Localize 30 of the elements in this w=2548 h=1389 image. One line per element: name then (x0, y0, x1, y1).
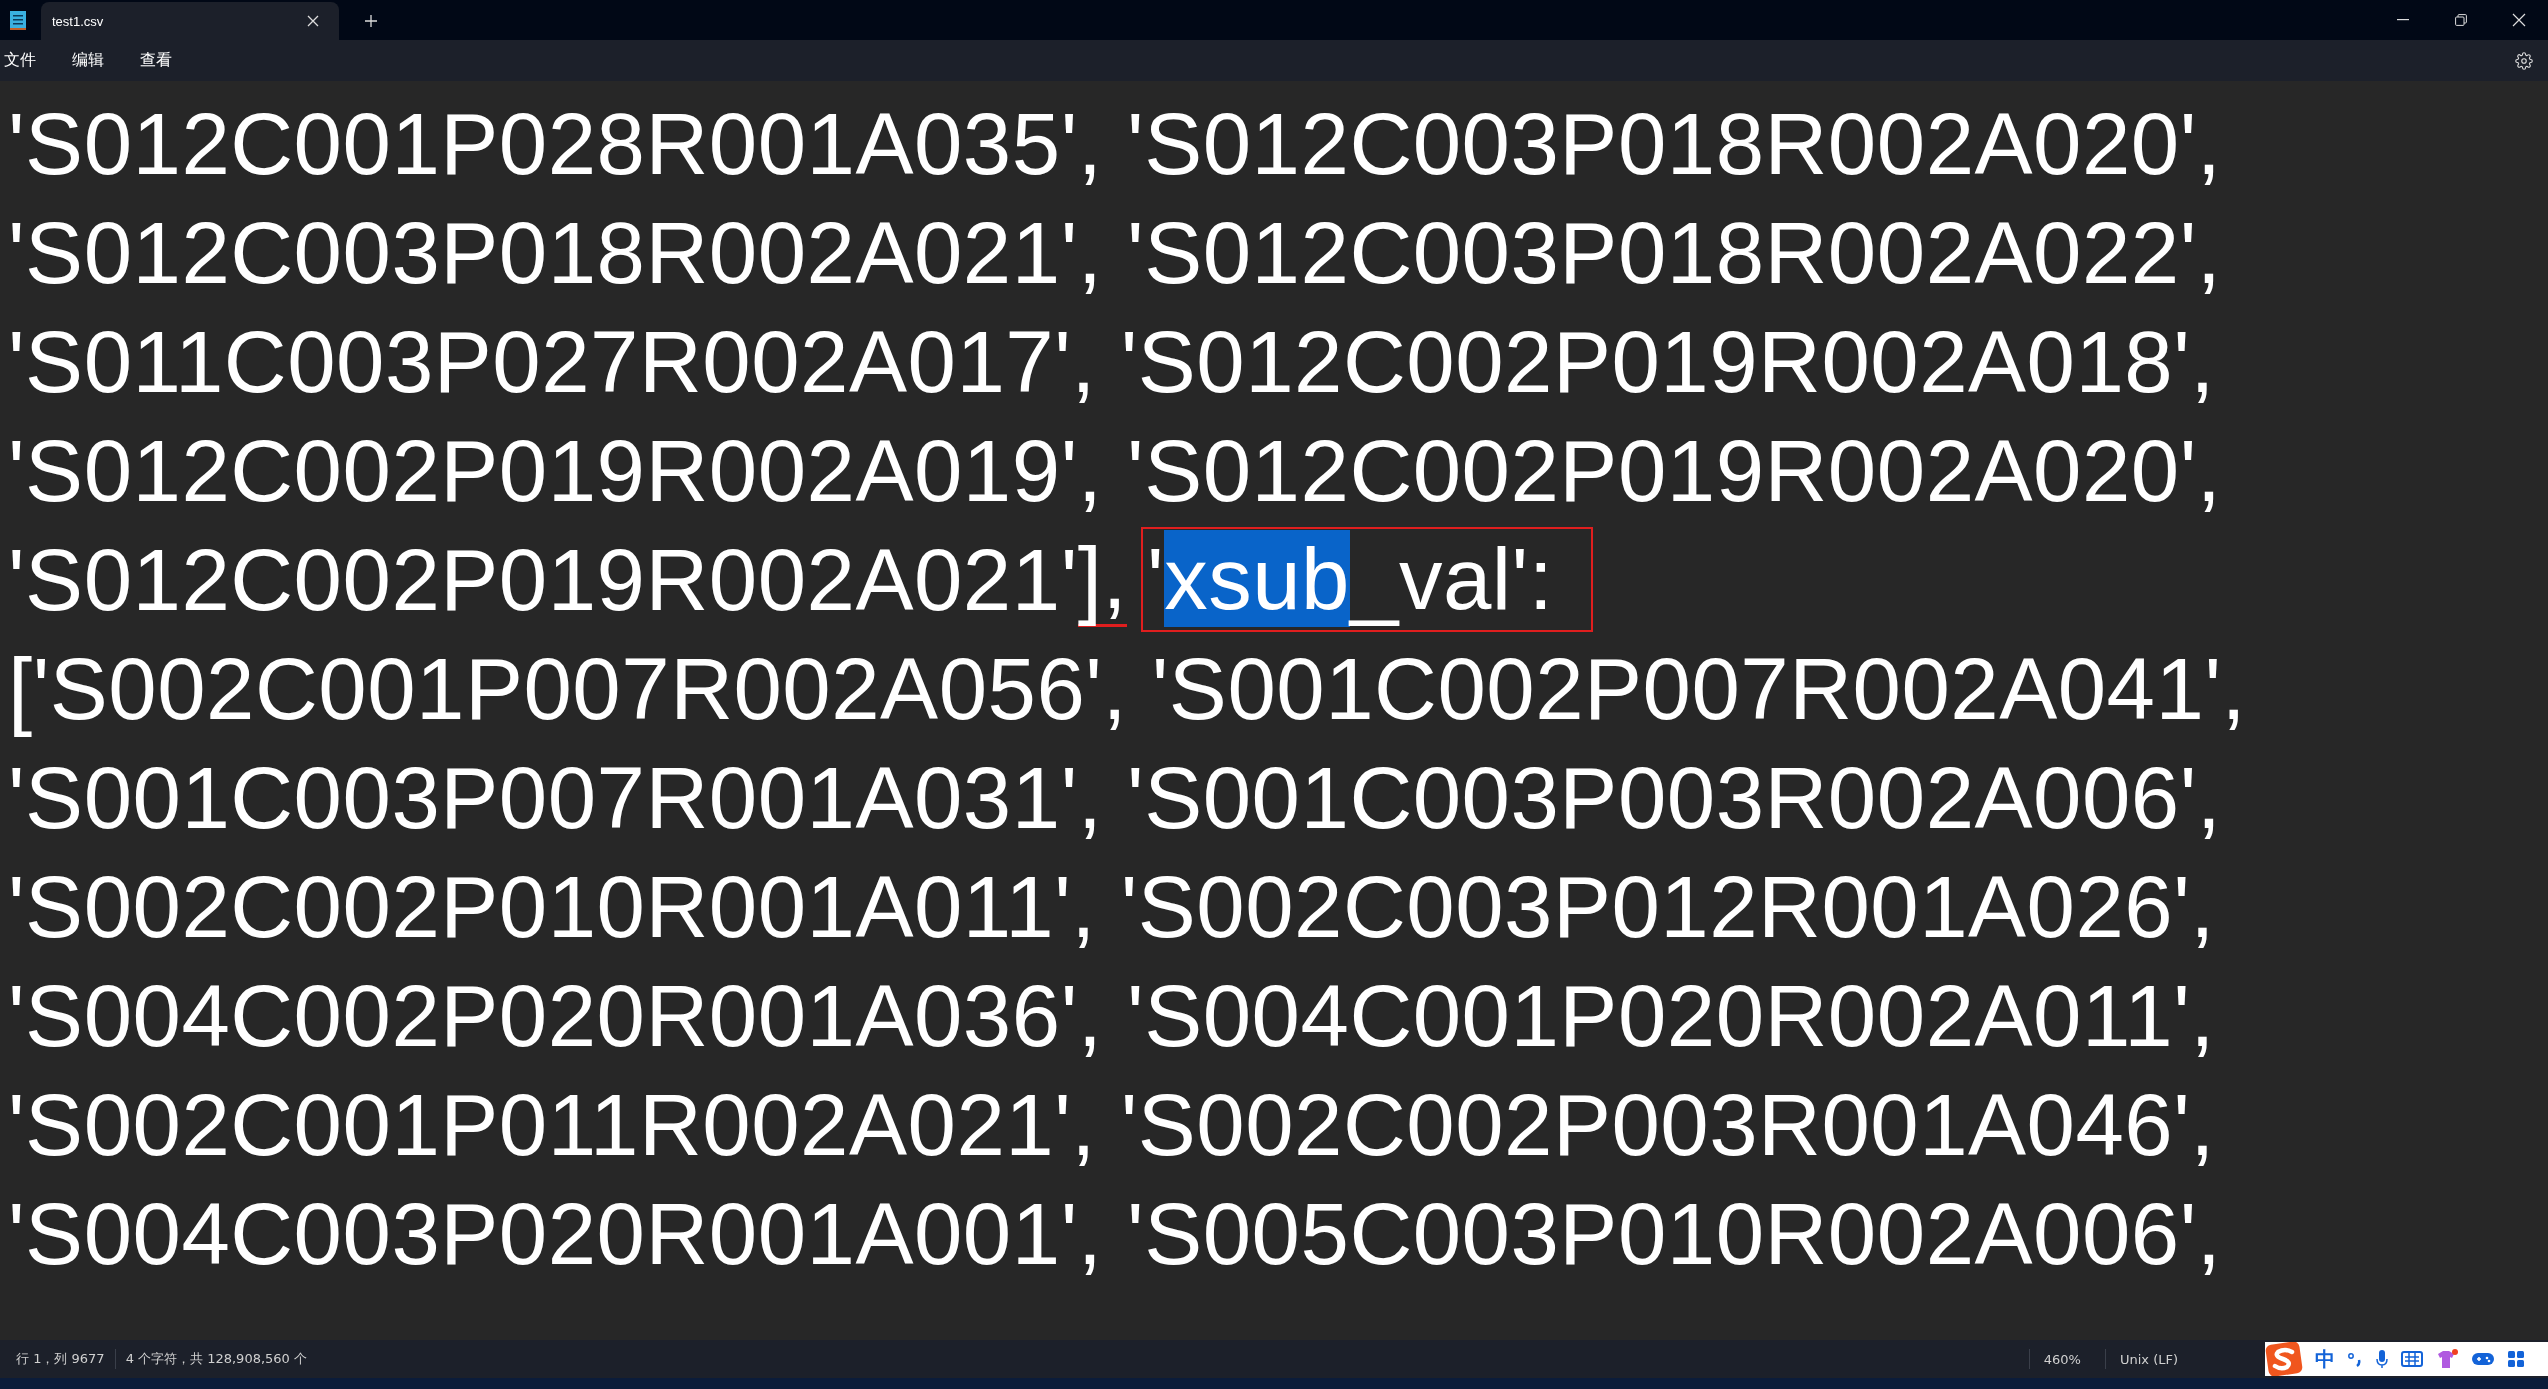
code-text: 'S002C001P011R002A021', 'S002C002P003R001A046', (8, 1074, 2216, 1175)
grid-icon[interactable] (2507, 1350, 2525, 1368)
tab-title: test1.csv (52, 13, 105, 29)
code-text: 'S012C001P028R001A035', 'S012C003P018R002A020', (8, 93, 2222, 194)
shirt-icon[interactable] (2435, 1348, 2459, 1370)
menu-item[interactable]: 文件 (4, 50, 36, 71)
keyboard-icon[interactable] (2401, 1350, 2423, 1368)
code-text: ['S002C001P007R002A056', 'S001C002P007R002A041', (8, 638, 2247, 739)
code-text: 'S012C003P018R002A021', 'S012C003P018R002A022', (8, 202, 2222, 303)
code-text: 'S012C002P019R002A019', 'S012C002P019R002A020', (8, 420, 2222, 521)
zoom-level[interactable]: 460% (2029, 1351, 2105, 1367)
underlined-code-text: ], (1077, 532, 1128, 627)
code-text: 'S002C002P010R001A011', 'S002C003P012R001A026', (8, 856, 2216, 957)
gamepad-icon[interactable] (2471, 1350, 2495, 1368)
code-text: 'S004C002P020R001A036', 'S004C001P020R002A011', (8, 965, 2216, 1066)
menu-item[interactable]: 编辑 (72, 50, 104, 71)
ime-mode[interactable]: 中 (2315, 1345, 2335, 1373)
code-text: 'S011C003P027R002A017', 'S012C002P019R002A018', (8, 311, 2216, 412)
microphone-icon[interactable] (2375, 1349, 2389, 1369)
notepad-icon (9, 9, 27, 31)
annotation-box: 'xsub_val': (1141, 527, 1594, 632)
code-text: 'S004C003P020R001A001', 'S005C003P010R002A006', (8, 1183, 2222, 1284)
punctuation-icon[interactable] (2347, 1351, 2363, 1367)
code-text: 'S001C003P007R001A031', 'S001C003P003R002A006', (8, 747, 2222, 848)
input-method-logo-icon[interactable] (2265, 1342, 2303, 1376)
character-count: 4 个字符，共 128,908,560 个 (124, 1350, 308, 1368)
code-text: 'S012C002P019R002A021' (8, 529, 1078, 630)
file-tab[interactable]: test1.csv (41, 2, 339, 40)
cursor-position: 行 1，列 9677 (15, 1350, 106, 1368)
menu-item[interactable]: 查看 (140, 50, 172, 71)
